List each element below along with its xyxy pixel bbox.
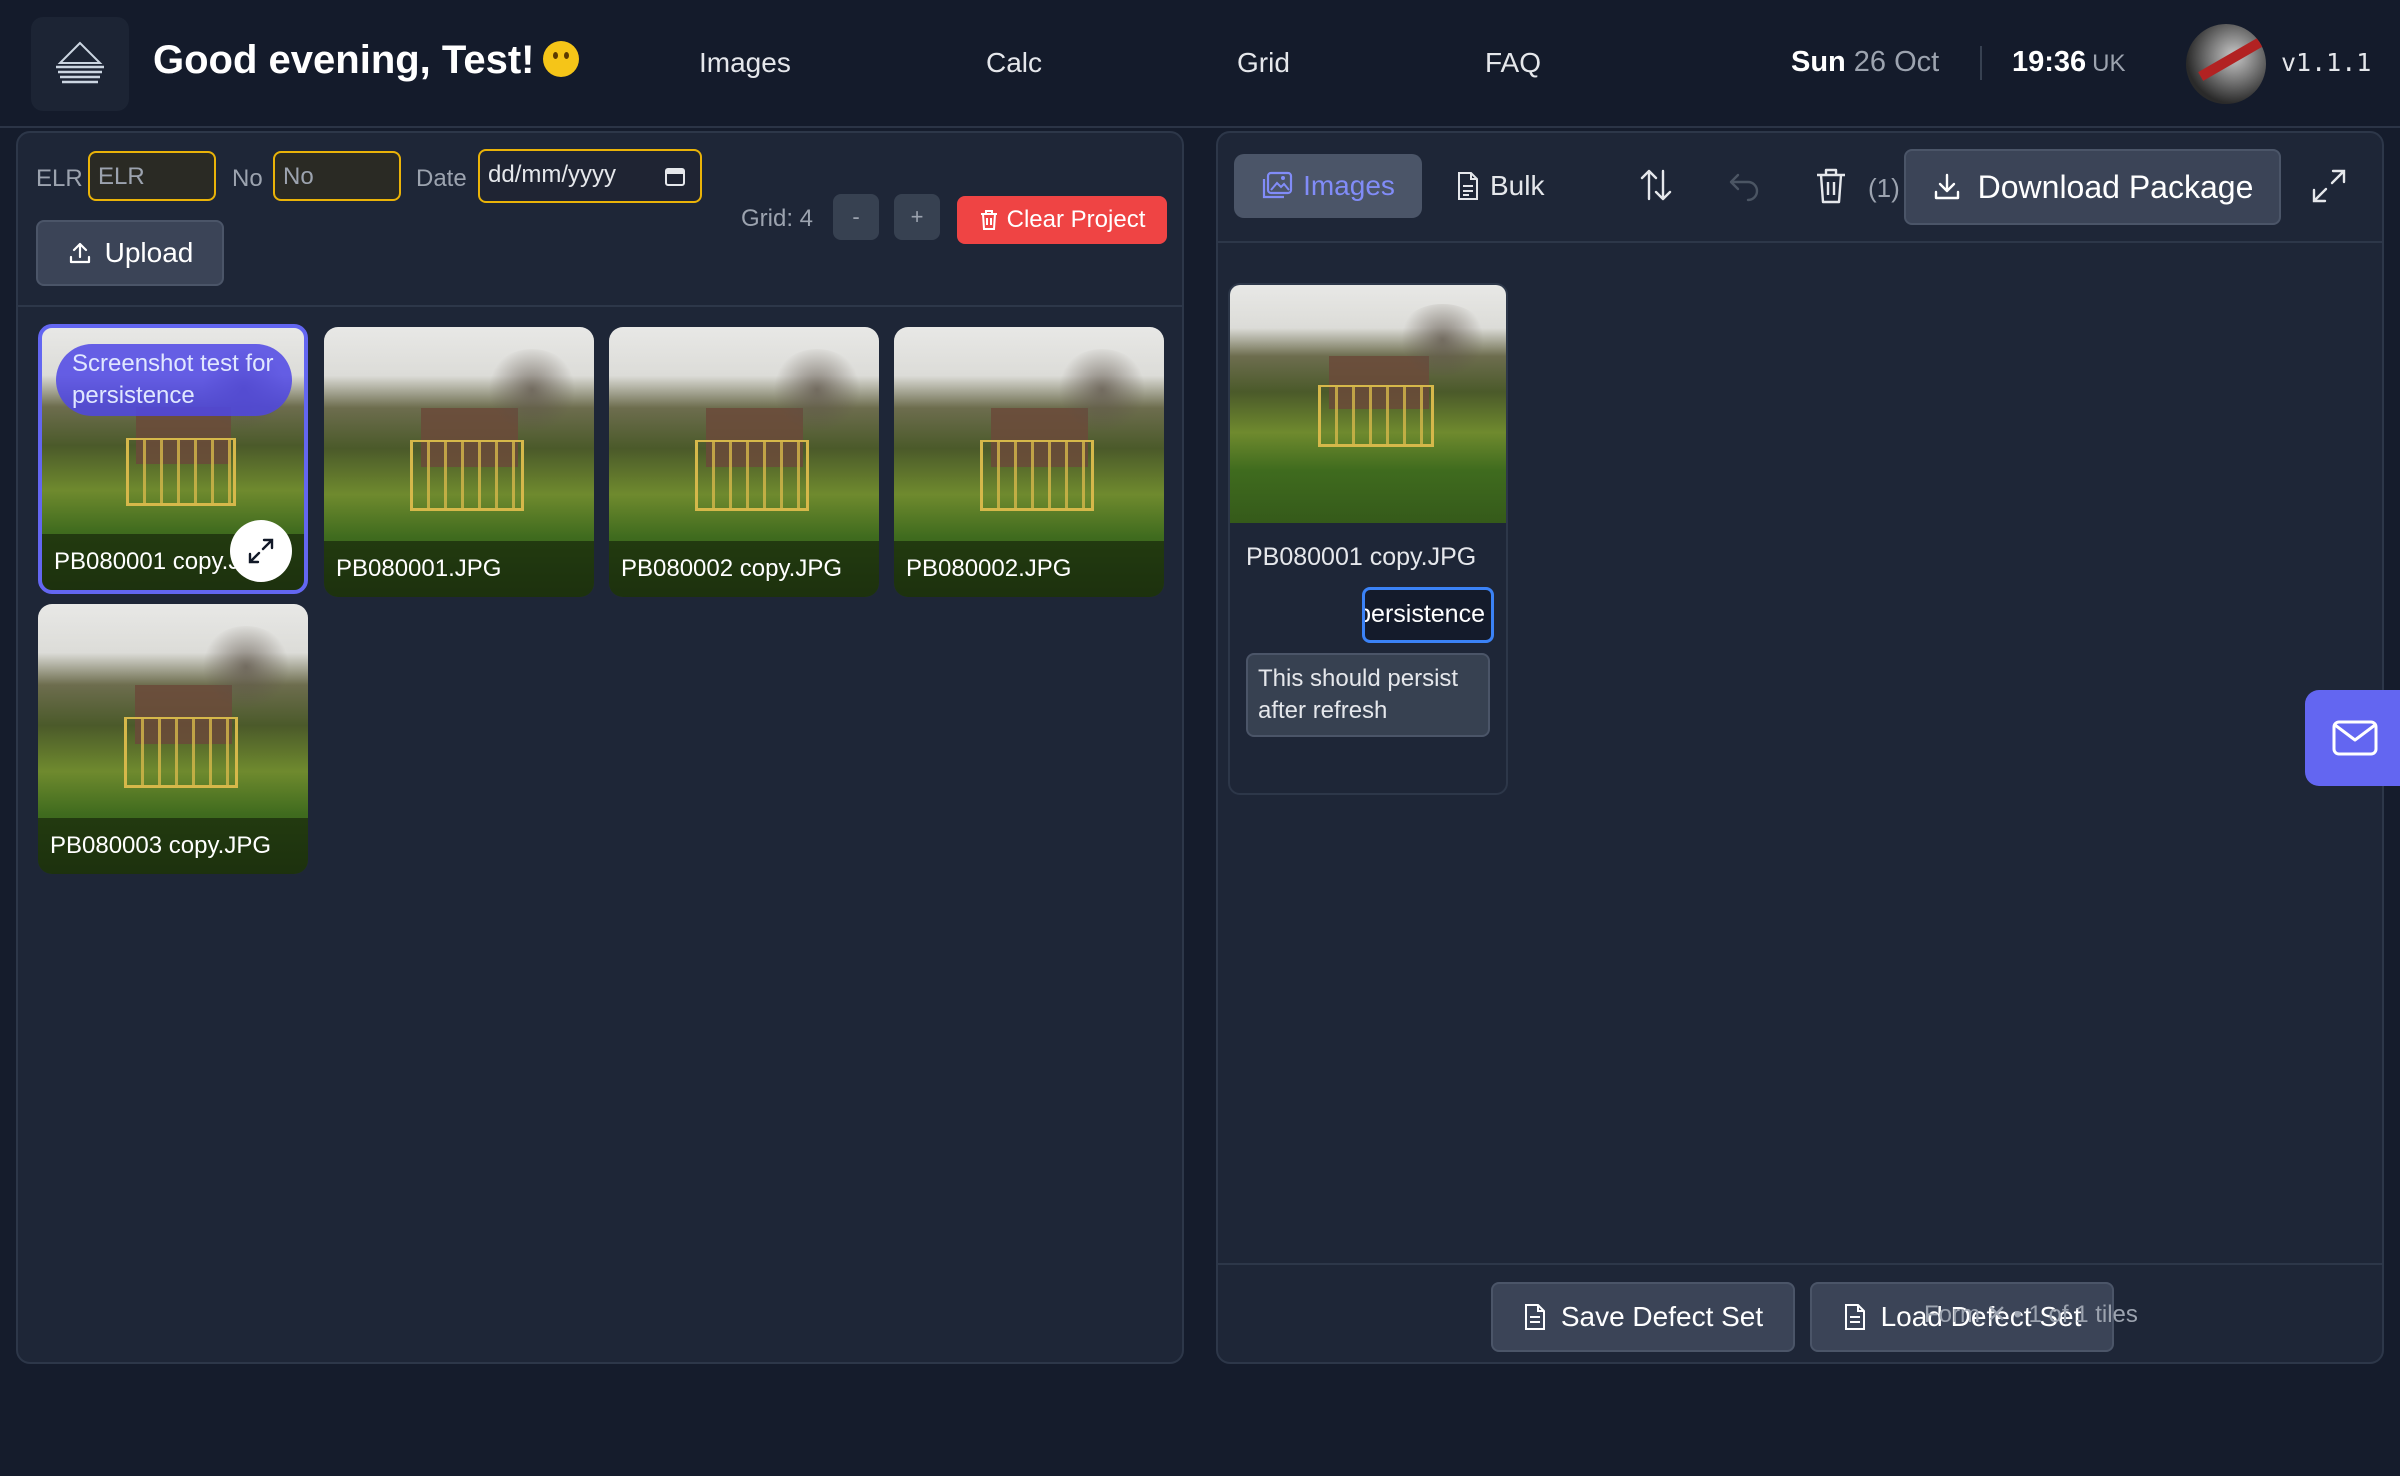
greeting: Good evening, Test! bbox=[153, 38, 579, 83]
thumbnail-card[interactable]: PB080002.JPG bbox=[894, 327, 1164, 597]
expand-button[interactable] bbox=[230, 520, 292, 582]
date-text: 26 Oct bbox=[1853, 46, 1940, 78]
timezone-text: UK bbox=[2092, 50, 2126, 77]
tile-filename: PB080001 copy.JPG bbox=[1246, 543, 1477, 571]
grid-decrease-button[interactable]: - bbox=[833, 194, 879, 240]
avatar[interactable] bbox=[2186, 24, 2266, 104]
thumbnail-caption: PB080001.JPG bbox=[324, 541, 594, 597]
document-icon bbox=[1844, 1304, 1865, 1330]
thumbnail-card[interactable]: PB080003 copy.JPG bbox=[38, 604, 308, 874]
nav-grid[interactable]: Grid bbox=[1237, 47, 1290, 79]
document-icon bbox=[1458, 172, 1478, 200]
date-label: Date bbox=[416, 165, 467, 192]
date-field[interactable]: dd/mm/yyyy bbox=[478, 149, 702, 203]
date-display: Sun 26 Oct bbox=[1791, 46, 1939, 79]
upload-button[interactable]: Upload bbox=[36, 220, 224, 286]
date-placeholder: dd/mm/yyyy bbox=[488, 161, 617, 188]
grid-size-label: Grid: 4 bbox=[741, 205, 814, 232]
no-label: No bbox=[232, 165, 263, 192]
version-label: v1.1.1 bbox=[2281, 48, 2372, 77]
app-logo[interactable] bbox=[31, 17, 129, 111]
day-text: Sun bbox=[1791, 46, 1846, 78]
thumbnail-caption: PB080002 copy.JPG bbox=[609, 541, 879, 597]
thumbnail-card[interactable]: PB080002 copy.JPG bbox=[609, 327, 879, 597]
expand-icon bbox=[248, 538, 274, 564]
tab-images[interactable]: Images bbox=[1234, 154, 1422, 218]
smile-emoji-icon bbox=[542, 41, 579, 77]
defect-tiles-panel: Images Bulk (1) Download Package PB08000… bbox=[1216, 131, 2384, 1364]
top-bar: Good evening, Test! Images Calc Grid FAQ… bbox=[0, 0, 2400, 128]
tab-bulk[interactable]: Bulk bbox=[1456, 154, 1544, 218]
thumbnail-caption: PB080002.JPG bbox=[894, 541, 1164, 597]
document-icon bbox=[1524, 1304, 1545, 1330]
divider bbox=[1980, 46, 1982, 80]
defect-tile[interactable]: PB080001 copy.JPG Screenshot test for pe… bbox=[1228, 283, 1508, 795]
mail-icon bbox=[2332, 720, 2378, 756]
feedback-mail-button[interactable] bbox=[2305, 690, 2400, 786]
elr-field[interactable]: ELR bbox=[88, 151, 216, 201]
save-defect-set-button[interactable]: Save Defect Set bbox=[1491, 1282, 1795, 1352]
images-icon bbox=[1262, 171, 1293, 199]
clear-project-button[interactable]: Clear Project bbox=[957, 196, 1167, 244]
tile-status: Form ✕ • 1 of 1 tiles bbox=[1924, 1301, 2138, 1328]
greeting-text: Good evening, Test! bbox=[153, 38, 535, 82]
download-icon bbox=[1934, 173, 1959, 200]
tile-caption-input[interactable]: Screenshot test for persistence bbox=[1362, 587, 1494, 643]
download-package-label: Download Package bbox=[1977, 168, 2254, 205]
divider bbox=[1218, 241, 2382, 243]
trash-icon[interactable] bbox=[1814, 167, 1848, 205]
selection-count: (1) bbox=[1868, 173, 1900, 203]
tab-images-label: Images bbox=[1303, 170, 1395, 201]
trash-icon bbox=[980, 210, 997, 230]
thumbnail-card[interactable]: Screenshot test for persistence PB080001… bbox=[38, 324, 308, 594]
logo-icon bbox=[56, 41, 104, 84]
undo-icon[interactable] bbox=[1726, 167, 1762, 203]
grid-increase-button[interactable]: + bbox=[894, 194, 940, 240]
elr-label: ELR bbox=[36, 165, 83, 192]
calendar-icon[interactable] bbox=[664, 165, 686, 187]
nav-images[interactable]: Images bbox=[699, 47, 791, 79]
nav-faq[interactable]: FAQ bbox=[1485, 47, 1541, 79]
clear-project-label: Clear Project bbox=[1006, 206, 1146, 233]
tab-bulk-label: Bulk bbox=[1490, 170, 1545, 201]
divider bbox=[1218, 1263, 2382, 1265]
divider bbox=[18, 305, 1182, 307]
thumbnail-caption: PB080003 copy.JPG bbox=[38, 818, 308, 874]
thumbnail-card[interactable]: PB080001.JPG bbox=[324, 327, 594, 597]
nav-calc[interactable]: Calc bbox=[986, 47, 1042, 79]
sort-icon[interactable] bbox=[1638, 167, 1674, 203]
note-bubble: Screenshot test for persistence bbox=[56, 344, 292, 416]
time-text: 19:36 bbox=[2012, 46, 2087, 78]
tile-description-field[interactable]: This should persist after refresh bbox=[1246, 653, 1490, 737]
upload-label: Upload bbox=[104, 237, 194, 268]
no-field[interactable]: No bbox=[273, 151, 401, 201]
fullscreen-icon[interactable] bbox=[2310, 167, 2348, 205]
image-gallery-panel: ELR ELR No No Date dd/mm/yyyy Upload Gri… bbox=[16, 131, 1184, 1364]
save-defect-set-label: Save Defect Set bbox=[1560, 1301, 1764, 1332]
time-display: 19:36 UK bbox=[2012, 46, 2126, 79]
upload-icon bbox=[69, 242, 90, 264]
download-package-button[interactable]: Download Package bbox=[1904, 149, 2281, 225]
tile-image[interactable] bbox=[1230, 285, 1506, 523]
